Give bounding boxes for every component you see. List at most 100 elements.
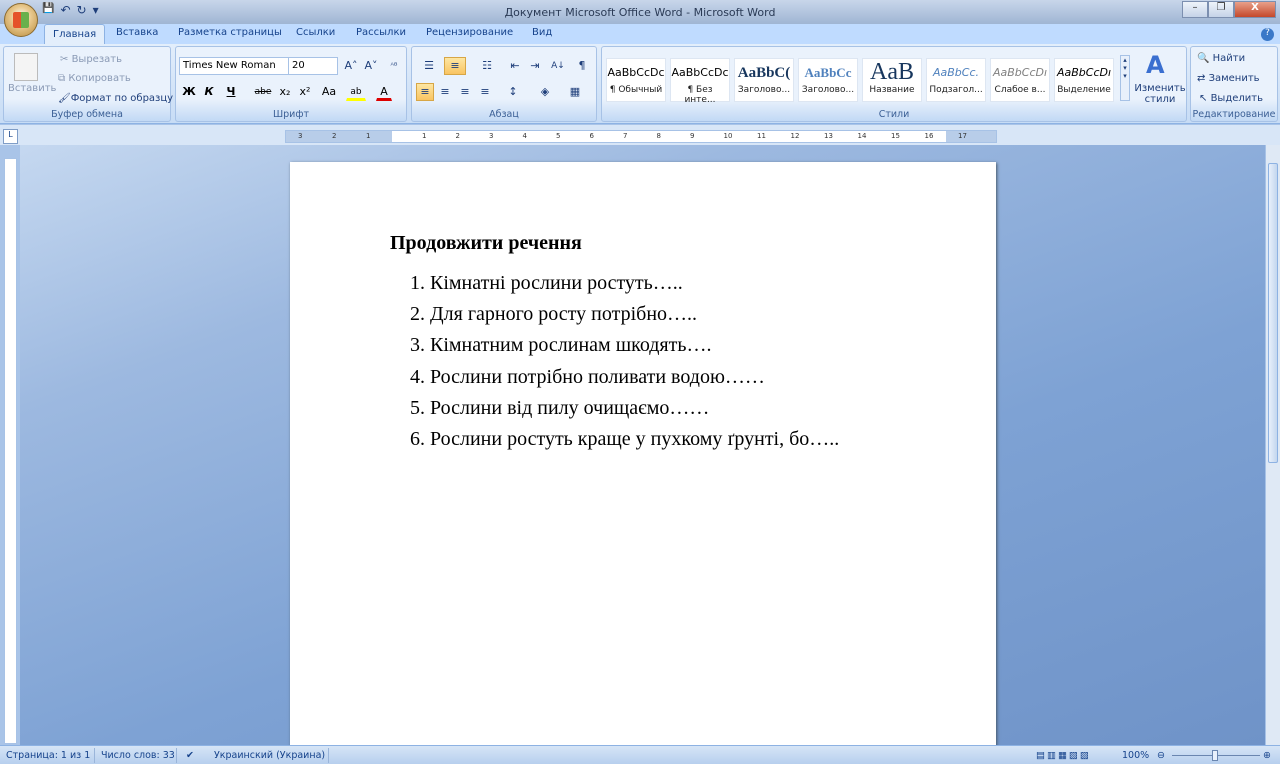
close-button[interactable]: X bbox=[1234, 1, 1276, 18]
editing-group-label: Редактирование bbox=[1192, 109, 1276, 120]
tab-references[interactable]: Ссылки bbox=[296, 27, 335, 38]
change-styles-button[interactable]: Изменить стили bbox=[1134, 83, 1186, 105]
quick-access-toolbar: 💾 ↶ ↻ ▾ bbox=[42, 3, 99, 17]
document-page[interactable]: Продовжити речення 1. Кімнатні рослини р… bbox=[290, 162, 996, 762]
spelling-check-icon[interactable]: ✔ bbox=[186, 750, 194, 761]
select-button[interactable]: ↖ Выделить bbox=[1199, 93, 1263, 104]
change-case-button[interactable]: Aa bbox=[318, 83, 340, 101]
style-subtitle[interactable]: AaBbCc. Подзагол... bbox=[926, 58, 986, 102]
zoom-slider-thumb[interactable] bbox=[1212, 750, 1218, 761]
tab-home[interactable]: Главная bbox=[44, 24, 106, 45]
style-no-spacing[interactable]: AaBbCcDc ¶ Без инте... bbox=[670, 58, 730, 105]
tab-insert[interactable]: Вставка bbox=[116, 27, 158, 38]
ruler-tick: 15 bbox=[891, 132, 900, 140]
page-count[interactable]: Страница: 1 из 1 bbox=[6, 750, 90, 761]
bullets-button[interactable]: ☰ bbox=[416, 57, 442, 75]
style-heading-1[interactable]: AaBbC(Заголово... bbox=[734, 58, 794, 102]
tab-review[interactable]: Рецензирование bbox=[426, 27, 513, 38]
style-normal[interactable]: AaBbCcDc ¶ Обычный bbox=[606, 58, 666, 102]
style-heading-2[interactable]: AaBbCc Заголово... bbox=[798, 58, 858, 102]
ruler-tick: 11 bbox=[757, 132, 766, 140]
minimize-button[interactable]: – bbox=[1182, 1, 1208, 18]
undo-icon[interactable]: ↶ bbox=[60, 3, 70, 17]
paragraph-group-label: Абзац bbox=[489, 109, 519, 120]
paste-button[interactable]: Вставить bbox=[8, 83, 56, 94]
paragraph-group: ☰ ≡ ☷ ⇤ ⇥ A↓ ¶ ≡ ≡ ≡ ≡ ↕ ◈ ▦ Абзац bbox=[411, 46, 597, 122]
style-sample: AaBbCc bbox=[804, 65, 852, 80]
font-color-button[interactable]: A bbox=[376, 83, 392, 101]
align-left-button[interactable]: ≡ bbox=[416, 83, 434, 101]
styles-scroll[interactable]: ▴ ▾ ▾ bbox=[1120, 55, 1130, 101]
borders-button[interactable]: ▦ bbox=[562, 83, 588, 101]
copy-button[interactable]: ⧉ Копировать bbox=[58, 73, 131, 84]
bold-button[interactable]: Ж bbox=[180, 83, 198, 101]
increase-indent-button[interactable]: ⇥ bbox=[526, 57, 544, 75]
underline-button[interactable]: Ч bbox=[222, 83, 240, 101]
customize-qat-icon[interactable]: ▾ bbox=[93, 3, 99, 17]
tab-mailings[interactable]: Рассылки bbox=[356, 27, 406, 38]
scrollbar-thumb[interactable] bbox=[1268, 163, 1278, 463]
ruler-tick: 4 bbox=[522, 132, 527, 140]
style-title[interactable]: AaB Название bbox=[862, 58, 922, 102]
clear-formatting-button[interactable]: ᴬᴮ bbox=[384, 57, 404, 75]
clipboard-group: Вставить ✂ Вырезать ⧉ Копировать 🖌Формат… bbox=[3, 46, 173, 122]
word-count[interactable]: Число слов: 33 bbox=[101, 750, 175, 761]
multilevel-list-button[interactable]: ☷ bbox=[474, 57, 500, 75]
align-center-button[interactable]: ≡ bbox=[436, 83, 454, 101]
ruler-tick: 3 bbox=[298, 132, 303, 140]
cut-button[interactable]: ✂ Вырезать bbox=[60, 54, 122, 65]
language-indicator[interactable]: Украинский (Украина) bbox=[214, 750, 325, 761]
shading-button[interactable]: ◈ bbox=[532, 83, 558, 101]
format-painter-button[interactable]: 🖌Формат по образцу bbox=[58, 93, 173, 104]
align-right-button[interactable]: ≡ bbox=[456, 83, 474, 101]
style-name: Название bbox=[869, 85, 915, 95]
italic-button[interactable]: К bbox=[200, 83, 218, 101]
change-styles-icon: A bbox=[1146, 51, 1165, 79]
show-formatting-button[interactable]: ¶ bbox=[572, 57, 592, 75]
redo-icon[interactable]: ↻ bbox=[77, 3, 87, 17]
font-group: Times New Roman 20 A˄ A˅ ᴬᴮ Ж К Ч abe x₂… bbox=[175, 46, 407, 122]
vertical-ruler[interactable] bbox=[4, 158, 17, 744]
zoom-out-icon[interactable]: ⊖ bbox=[1157, 750, 1165, 761]
tab-page-layout[interactable]: Разметка страницы bbox=[178, 27, 282, 38]
shrink-font-button[interactable]: A˅ bbox=[362, 57, 380, 75]
numbering-button[interactable]: ≡ bbox=[444, 57, 466, 75]
list-item: 2. Для гарного росту потрібно….. bbox=[410, 303, 698, 326]
save-icon[interactable]: 💾 bbox=[42, 3, 54, 17]
ruler-tick: 1 bbox=[366, 132, 371, 140]
justify-button[interactable]: ≡ bbox=[476, 83, 494, 101]
decrease-indent-button[interactable]: ⇤ bbox=[506, 57, 524, 75]
zoom-in-icon[interactable]: ⊕ bbox=[1263, 750, 1271, 761]
strikethrough-button[interactable]: abe bbox=[252, 83, 274, 101]
tab-selector[interactable]: L bbox=[3, 129, 18, 144]
zoom-level[interactable]: 100% bbox=[1122, 750, 1149, 761]
paste-icon[interactable] bbox=[14, 53, 38, 81]
ruler-tick: 2 bbox=[332, 132, 337, 140]
ruler-tick: 7 bbox=[623, 132, 628, 140]
line-spacing-button[interactable]: ↕ bbox=[500, 83, 526, 101]
superscript-button[interactable]: x² bbox=[296, 83, 314, 101]
vertical-scrollbar[interactable] bbox=[1265, 145, 1280, 745]
view-buttons[interactable]: ▤▥▦▧▨ bbox=[1036, 750, 1091, 761]
ruler-tick: 5 bbox=[556, 132, 561, 140]
ruler-tick: 13 bbox=[824, 132, 833, 140]
office-button[interactable] bbox=[4, 3, 38, 37]
find-button[interactable]: 🔍 Найти bbox=[1197, 53, 1245, 64]
font-name-select[interactable]: Times New Roman bbox=[179, 57, 289, 75]
ruler-tick: 8 bbox=[656, 132, 661, 140]
replace-button[interactable]: ⇄ Заменить bbox=[1197, 73, 1260, 84]
style-subtle-emphasis[interactable]: AaBbCcDı Слабое в... bbox=[990, 58, 1050, 102]
style-name: Подзагол... bbox=[929, 85, 983, 95]
highlight-button[interactable]: ab bbox=[346, 83, 366, 101]
font-size-select[interactable]: 20 bbox=[288, 57, 338, 75]
grow-font-button[interactable]: A˄ bbox=[342, 57, 360, 75]
help-icon[interactable]: ? bbox=[1261, 28, 1274, 41]
tab-view[interactable]: Вид bbox=[532, 27, 552, 38]
restore-button[interactable]: ❐ bbox=[1208, 1, 1234, 18]
subscript-button[interactable]: x₂ bbox=[276, 83, 294, 101]
ruler-tick: 16 bbox=[924, 132, 934, 140]
sort-button[interactable]: A↓ bbox=[548, 57, 568, 75]
style-emphasis[interactable]: AaBbCcDı Выделение bbox=[1054, 58, 1114, 102]
document-heading: Продовжити речення bbox=[390, 232, 582, 254]
horizontal-ruler[interactable]: 3 2 1 1 2 3 4 5 6 7 8 9 10 11 12 13 14 15 16 17 bbox=[285, 130, 997, 143]
